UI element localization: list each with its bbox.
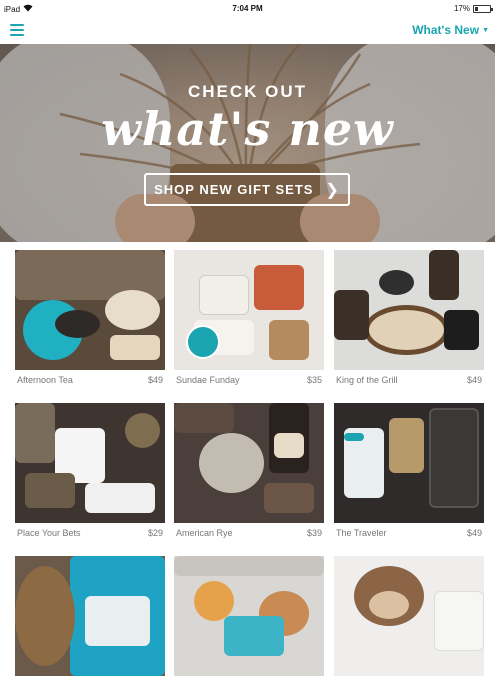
product-name: Place Your Bets [17, 528, 81, 538]
product-name: King of the Grill [336, 375, 398, 385]
product-price: $49 [147, 375, 163, 385]
product-meta: Afternoon Tea $49 [17, 375, 163, 385]
product-meta: American Rye $39 [176, 528, 322, 538]
product-name: American Rye [176, 528, 233, 538]
product-image [334, 250, 484, 370]
cta-label: SHOP NEW GIFT SETS [154, 182, 314, 197]
product-card-monkey[interactable] [334, 556, 484, 676]
product-card-dinosaur[interactable] [15, 556, 165, 676]
chevron-right-icon: ❯ [325, 181, 340, 199]
product-price: $35 [306, 375, 322, 385]
product-price: $49 [466, 528, 482, 538]
battery-icon [473, 4, 493, 13]
product-image [15, 556, 165, 676]
status-bar: iPad 7:04 PM 17% [0, 0, 495, 18]
caret-down-icon: ▼ [482, 26, 489, 34]
shop-new-gift-sets-button[interactable]: SHOP NEW GIFT SETS ❯ [144, 173, 350, 206]
product-card-sundae-funday[interactable]: Sundae Funday $35 [174, 250, 324, 385]
product-price: $49 [466, 375, 482, 385]
hero-banner[interactable]: CHECK OUT what's new SHOP NEW GIFT SETS … [0, 44, 495, 242]
product-image [15, 403, 165, 523]
product-meta: Sundae Funday $35 [176, 375, 322, 385]
whats-new-dropdown[interactable]: What's New ▼ [412, 23, 489, 37]
hero-eyebrow: CHECK OUT [187, 82, 308, 101]
product-meta: The Traveler $49 [336, 528, 482, 538]
product-name: Sundae Funday [176, 375, 240, 385]
product-card-king-of-the-grill[interactable]: King of the Grill $49 [334, 250, 484, 385]
dropdown-label: What's New [412, 23, 480, 37]
product-card-toys[interactable] [174, 556, 324, 676]
product-name: Afternoon Tea [17, 375, 73, 385]
product-price: $39 [306, 528, 322, 538]
battery-percent: 17% [453, 4, 470, 13]
hero-title: what's new [101, 102, 394, 156]
product-meta: Place Your Bets $29 [17, 528, 163, 538]
nav-bar: What's New ▼ [0, 18, 495, 44]
product-price: $29 [147, 528, 163, 538]
product-image [15, 250, 165, 370]
product-meta: King of the Grill $49 [336, 375, 482, 385]
status-time: 7:04 PM [232, 4, 263, 13]
hamburger-menu-icon[interactable] [10, 24, 24, 36]
product-card-afternoon-tea[interactable]: Afternoon Tea $49 [15, 250, 165, 385]
product-image [334, 556, 484, 676]
product-card-the-traveler[interactable]: The Traveler $49 [334, 403, 484, 538]
product-name: The Traveler [336, 528, 387, 538]
product-image [174, 403, 324, 523]
product-image [334, 403, 484, 523]
product-card-place-your-bets[interactable]: Place Your Bets $29 [15, 403, 165, 538]
product-image [174, 556, 324, 676]
product-grid: Afternoon Tea $49 Sundae Funday $35 King… [0, 242, 495, 679]
product-card-american-rye[interactable]: American Rye $39 [174, 403, 324, 538]
status-right: 17% [453, 4, 493, 13]
product-image [174, 250, 324, 370]
